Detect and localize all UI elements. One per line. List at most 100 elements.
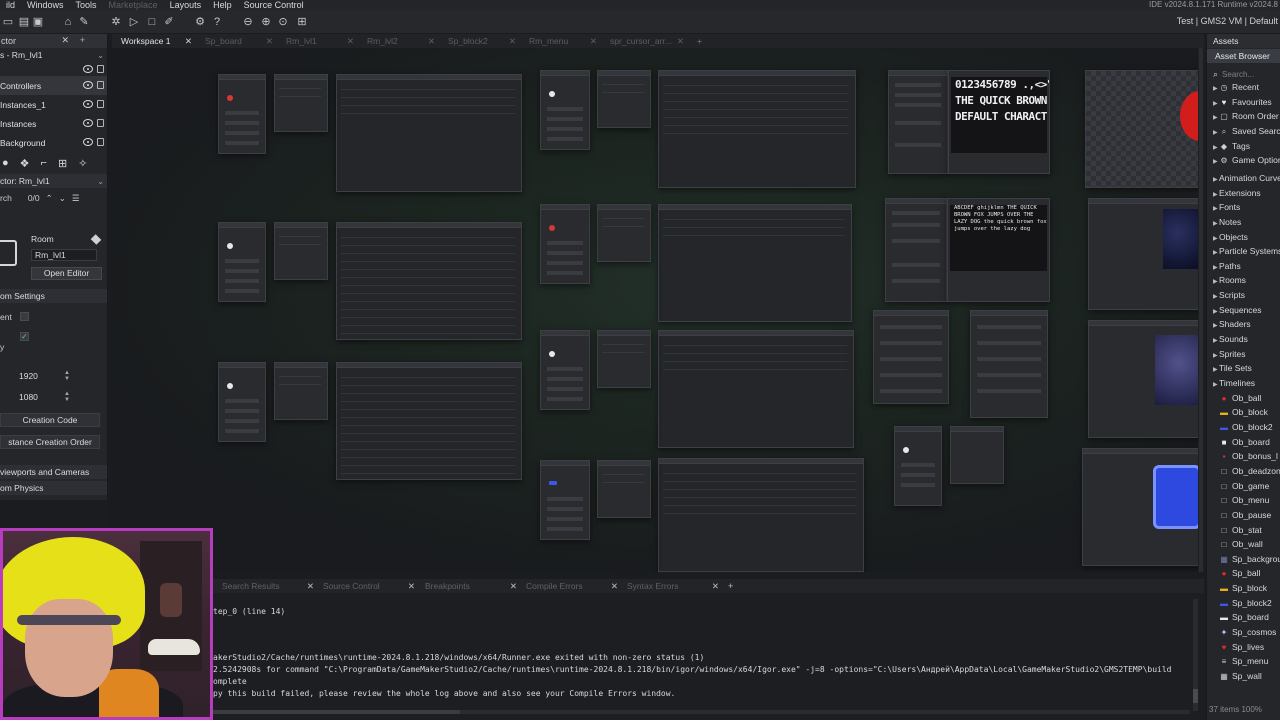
fit-view-icon[interactable]: ⊞ (296, 16, 308, 28)
chevron-down-icon[interactable]: ⌄ (59, 193, 66, 204)
events-window[interactable] (597, 460, 651, 518)
tab-breakpoints[interactable]: Breakpoints ✕ (425, 579, 517, 593)
tab-compile-errors[interactable]: Compile Errors ✕ (526, 579, 618, 593)
object-editor-window[interactable] (218, 74, 266, 154)
menu-build[interactable]: ild (0, 0, 21, 10)
asset-item[interactable]: ▶Paths (1207, 259, 1241, 273)
settings-icon[interactable]: ⚙ (194, 16, 206, 28)
eye-icon[interactable] (83, 81, 93, 89)
events-window[interactable] (597, 70, 651, 128)
asset-item[interactable]: ▦ Sp_background (1207, 552, 1280, 566)
asset-item[interactable]: ▬ Sp_block (1207, 581, 1267, 595)
lock-icon[interactable] (97, 119, 104, 127)
tab-rm-lvl1[interactable]: Rm_lvl1 ✕ (277, 34, 358, 48)
object-editor-window[interactable] (540, 330, 590, 410)
menu-icon[interactable]: ☰ (72, 193, 80, 204)
output-hscrollbar[interactable] (210, 710, 1190, 714)
asset-item[interactable]: ■ Ob_board (1207, 435, 1270, 449)
creation-order-button[interactable]: stance Creation Order (0, 435, 100, 449)
eye-icon[interactable] (83, 100, 93, 108)
sprite-editor-window[interactable] (1088, 198, 1204, 310)
object-editor-window[interactable] (540, 70, 590, 150)
tab-sp-block2[interactable]: Sp_block2 ✕ (439, 34, 520, 48)
asset-item[interactable]: ● Ob_ball (1207, 391, 1262, 405)
add-asset-layer-icon[interactable]: ❖ (20, 157, 30, 170)
asset-item[interactable]: ▶Fonts (1207, 200, 1240, 214)
asset-item[interactable]: ▶Sounds (1207, 332, 1248, 346)
asset-item[interactable]: ▶Sequences (1207, 303, 1262, 317)
sprite-editor-window[interactable] (1088, 320, 1204, 438)
font-preview-window[interactable]: 0123456789 .,<>" THE QUICK BROWN DEFAULT… (948, 70, 1050, 174)
add-background-layer-icon[interactable]: ⊞ (58, 157, 67, 170)
asset-item[interactable]: ✦ Sp_cosmos (1207, 625, 1277, 639)
lock-icon[interactable] (97, 100, 104, 108)
layer-instances-1[interactable]: Instances_1 (0, 95, 107, 114)
asset-item[interactable]: ▦ Sp_wall (1207, 669, 1262, 683)
asset-browser-tab[interactable]: Asset Browser (1207, 49, 1280, 63)
asset-item[interactable]: ▶Extensions (1207, 186, 1261, 200)
asset-item[interactable]: ▶⚙ Game Options (1207, 153, 1280, 167)
tab-sp-board[interactable]: Sp_board ✕ (196, 34, 277, 48)
close-icon[interactable]: ✕ (61, 35, 69, 46)
lock-icon[interactable] (97, 65, 104, 73)
menu-source-control[interactable]: Source Control (238, 0, 310, 10)
room-height-field[interactable]: 1080 ▲ ▼ (16, 391, 70, 403)
code-editor-window[interactable] (336, 74, 522, 192)
object-editor-window[interactable] (970, 310, 1048, 418)
font-preview-window[interactable]: ABCDEF ghijklmn THE QUICK BROWN FOX JUMP… (947, 198, 1050, 302)
eye-icon[interactable] (83, 65, 93, 73)
zoom-in-icon[interactable]: ⊕ (260, 16, 272, 28)
asset-item[interactable]: ≡ Sp_menu (1207, 654, 1269, 668)
clean-build-icon[interactable]: ✐ (163, 16, 175, 28)
asset-item[interactable]: ▶Tile Sets (1207, 361, 1252, 375)
asset-item[interactable]: ▶Shaders (1207, 317, 1251, 331)
asset-item[interactable]: □ Ob_menu (1207, 493, 1270, 507)
asset-item[interactable]: ▶Animation Curves (1207, 171, 1280, 185)
close-icon[interactable]: ✕ (347, 34, 354, 48)
open-project-icon[interactable]: ▤ (18, 16, 30, 28)
asset-item[interactable]: ▬ Ob_block (1207, 405, 1268, 419)
tab-source-control[interactable]: Source Control ✕ (323, 579, 415, 593)
sprite-editor-window[interactable] (1085, 70, 1203, 188)
layer-background[interactable]: Background (0, 133, 107, 152)
menu-help[interactable]: Help (207, 0, 238, 10)
asset-item[interactable]: □ Ob_game (1207, 479, 1270, 493)
close-icon[interactable]: ✕ (677, 34, 684, 48)
add-instance-layer-icon[interactable]: ● (2, 157, 9, 169)
asset-item[interactable]: ▶ ▢ Room Order (1207, 109, 1279, 123)
asset-item[interactable]: ▬ Ob_block2 (1207, 420, 1273, 434)
events-window[interactable] (597, 330, 651, 388)
object-editor-window[interactable] (218, 362, 266, 442)
code-editor-window[interactable] (336, 222, 522, 340)
events-window[interactable] (274, 362, 328, 420)
output-scrollbar[interactable] (1193, 599, 1198, 711)
asset-item[interactable]: ▶ ♥ Favourites (1207, 95, 1272, 109)
close-icon[interactable]: ✕ (266, 34, 273, 48)
asset-item[interactable]: ▪ Ob_bonus_l (1207, 449, 1278, 463)
asset-item[interactable]: □ Ob_stat (1207, 523, 1262, 537)
close-icon[interactable]: ✕ (510, 579, 517, 593)
chevron-down-icon[interactable]: ⌄ (97, 51, 104, 60)
add-tab-icon[interactable]: + (728, 579, 733, 593)
zoom-reset-icon[interactable]: ⊙ (277, 16, 289, 28)
events-window[interactable] (597, 204, 651, 262)
menu-windows[interactable]: Windows (21, 0, 70, 10)
help-icon[interactable]: ? (211, 16, 223, 28)
spinner-icon[interactable]: ▲ ▼ (64, 370, 70, 382)
object-editor-window[interactable] (218, 222, 266, 302)
zoom-out-icon[interactable]: ⊖ (242, 16, 254, 28)
layer-controllers[interactable]: Controllers (0, 76, 107, 95)
tab-syntax-errors[interactable]: Syntax Errors ✕ (627, 579, 719, 593)
close-icon[interactable]: ✕ (307, 579, 314, 593)
asset-item[interactable]: ▶Rooms (1207, 273, 1246, 287)
debug-icon[interactable]: ✲ (110, 16, 122, 28)
asset-item[interactable]: ▶Sprites (1207, 347, 1245, 361)
add-tab-button[interactable]: + (688, 34, 708, 48)
tag-icon[interactable] (90, 234, 102, 245)
object-editor-window[interactable] (540, 204, 590, 284)
room-settings-header[interactable]: om Settings (0, 289, 107, 303)
layer-instances[interactable]: Instances (0, 114, 107, 133)
asset-item[interactable]: ▬ Sp_board (1207, 610, 1269, 624)
asset-item[interactable]: ▶ ◷ Recent (1207, 80, 1259, 94)
clear-display-checkbox[interactable]: ✓ (20, 332, 29, 341)
